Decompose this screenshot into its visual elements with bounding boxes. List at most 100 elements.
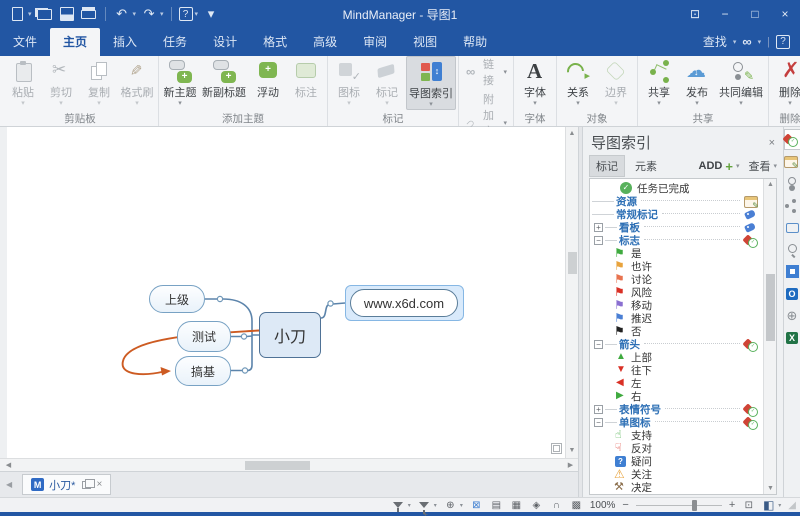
panel-toggle-dropdown-icon[interactable]: ▾ xyxy=(778,502,781,509)
tree-category[interactable]: 常规标记 xyxy=(590,208,761,221)
zoom-slider-handle[interactable] xyxy=(692,500,697,511)
dropdown-icon[interactable]: ▾ xyxy=(429,101,433,109)
新主题-button[interactable]: 新主题▾ xyxy=(161,56,199,108)
help-dropdown-icon[interactable]: ▾ xyxy=(195,10,199,18)
tree-item[interactable]: 往下 xyxy=(590,364,761,377)
ribbon-tab-7[interactable]: 高级 xyxy=(300,28,350,56)
calendar-icon[interactable] xyxy=(744,195,757,208)
共享-button[interactable]: 共享▾ xyxy=(640,56,678,108)
add-plus-icon[interactable]: + xyxy=(725,159,733,174)
help-icon[interactable]: ? xyxy=(179,7,193,21)
topic-parent[interactable]: 上级 xyxy=(149,285,205,313)
新副标题-button[interactable]: 新副标题 xyxy=(199,56,249,108)
tree-item[interactable]: 右 xyxy=(590,390,761,403)
topic-central[interactable]: 小刀 xyxy=(259,312,321,358)
topic-gaoji[interactable]: 搞基 xyxy=(175,356,231,386)
zoom-in-button[interactable]: + xyxy=(729,499,735,511)
add-dropdown-icon[interactable]: ▾ xyxy=(736,162,740,170)
tree-scrollbar-thumb[interactable] xyxy=(766,274,775,341)
panel-toggle-button[interactable]: ◧ xyxy=(762,499,775,512)
quick-add-icon[interactable]: ⊕ xyxy=(444,499,457,512)
expand-minus-icon[interactable]: − xyxy=(594,236,603,245)
字体-button[interactable]: 字体▾ xyxy=(516,56,554,108)
panel-close-icon[interactable]: × xyxy=(769,137,775,149)
outline-view-icon[interactable]: ▤ xyxy=(490,499,503,512)
document-tab[interactable]: M 小刀* × xyxy=(22,474,111,495)
sidebar-search-tab[interactable] xyxy=(784,239,800,260)
quick-add-dropdown-icon[interactable]: ▾ xyxy=(460,502,463,509)
find-button[interactable]: 查找 xyxy=(703,33,727,50)
tree-item[interactable]: 否 xyxy=(590,325,761,338)
tree-scrollbar[interactable]: ▲ ▼ xyxy=(763,179,776,494)
print-icon[interactable] xyxy=(80,5,98,23)
tree-item[interactable]: 反对 xyxy=(590,442,761,455)
map-canvas[interactable]: ▲ ▼ 上级测试搞基小刀www.x6d.com xyxy=(0,127,578,458)
ribbon-tab-2[interactable]: 主页 xyxy=(50,28,100,56)
浮动-button[interactable]: 浮动 xyxy=(249,56,287,108)
new-document-dropdown-icon[interactable]: ▾ xyxy=(28,10,32,18)
tab-scroll-left-icon[interactable]: ◀ xyxy=(0,480,18,489)
zoom-out-button[interactable]: − xyxy=(622,499,628,511)
attachment-view-icon[interactable]: ∩ xyxy=(550,499,563,512)
scroll-right-icon[interactable]: ▶ xyxy=(564,461,577,469)
save-icon[interactable] xyxy=(58,5,76,23)
ribbon-display-options-button[interactable]: ⊡ xyxy=(680,0,710,28)
find-dropdown-icon[interactable]: ▾ xyxy=(733,38,737,46)
float-window-icon[interactable] xyxy=(82,481,91,489)
resize-grip[interactable]: ◢ xyxy=(788,500,796,511)
view-button[interactable]: 查看 xyxy=(748,158,770,174)
dropdown-icon[interactable]: ▾ xyxy=(788,100,792,108)
sidebar-resources-tab[interactable] xyxy=(784,173,800,194)
scroll-down-icon[interactable]: ▼ xyxy=(566,444,579,457)
horizontal-scrollbar-thumb[interactable] xyxy=(245,461,310,470)
tree-item[interactable]: 决定 xyxy=(590,481,761,494)
add-button[interactable]: ADD xyxy=(699,160,723,172)
tab-close-icon[interactable]: × xyxy=(96,479,102,490)
tag-view-icon[interactable]: ◈ xyxy=(530,499,543,512)
fit-map-corner-button[interactable] xyxy=(551,443,562,454)
topic-test[interactable]: 测试 xyxy=(177,321,231,352)
sidebar-task-info-tab[interactable] xyxy=(784,151,800,172)
redo-dropdown-icon[interactable]: ▾ xyxy=(160,10,164,18)
tree-item[interactable]: 上部 xyxy=(590,351,761,364)
sidebar-snapshot-tab[interactable] xyxy=(784,261,800,282)
tree-scroll-down-icon[interactable]: ▼ xyxy=(764,485,777,492)
filter-dropdown-icon[interactable]: ▾ xyxy=(408,502,411,509)
filter-icon[interactable] xyxy=(392,499,405,512)
customize-toolbar-icon[interactable]: ▾ xyxy=(202,5,220,23)
共同编辑-button[interactable]: 共同编辑▾ xyxy=(716,56,766,108)
marker-group-icon[interactable] xyxy=(744,338,757,351)
dropdown-icon[interactable]: ▾ xyxy=(739,100,743,108)
binoculars-icon[interactable]: ∞ xyxy=(742,34,751,49)
advanced-filter-dropdown-icon[interactable]: ▾ xyxy=(434,502,437,509)
tree-item[interactable] xyxy=(590,494,761,495)
sidebar-organizer-tab[interactable] xyxy=(784,195,800,216)
ribbon-tab-1[interactable]: 文件 xyxy=(0,28,50,56)
ribbon-tab-4[interactable]: 任务 xyxy=(150,28,200,56)
marker-group-icon[interactable] xyxy=(744,234,757,247)
sidebar-outlook-tab[interactable] xyxy=(784,283,800,304)
scroll-left-icon[interactable]: ◀ xyxy=(2,461,15,469)
tag-blue-icon[interactable] xyxy=(744,208,757,221)
tree-item[interactable]: 左 xyxy=(590,377,761,390)
tab-elements[interactable]: 元素 xyxy=(629,156,663,176)
horizontal-scrollbar[interactable]: ◀ ▶ xyxy=(0,458,578,471)
tab-markers[interactable]: 标记 xyxy=(589,155,625,177)
slide-view-icon[interactable]: ▩ xyxy=(570,499,583,512)
redo-icon[interactable]: ↷ xyxy=(140,5,158,23)
minimize-button[interactable]: − xyxy=(710,0,740,28)
view-dropdown-icon[interactable]: ▾ xyxy=(773,162,777,170)
undo-dropdown-icon[interactable]: ▾ xyxy=(133,10,137,18)
binoculars-dropdown-icon[interactable]: ▾ xyxy=(758,38,762,46)
expand-minus-icon[interactable]: − xyxy=(594,418,603,427)
help-icon[interactable]: ? xyxy=(776,35,790,49)
advanced-filter-icon[interactable] xyxy=(418,499,431,512)
undo-icon[interactable]: ↶ xyxy=(113,5,131,23)
marker-group-icon[interactable] xyxy=(744,403,757,416)
sidebar-map-index-tab[interactable] xyxy=(784,129,800,150)
ribbon-tab-5[interactable]: 设计 xyxy=(200,28,250,56)
sidebar-comments-tab[interactable] xyxy=(784,217,800,238)
open-icon[interactable] xyxy=(36,5,54,23)
marker-group-icon[interactable] xyxy=(744,416,757,429)
scroll-up-icon[interactable]: ▲ xyxy=(566,127,579,140)
